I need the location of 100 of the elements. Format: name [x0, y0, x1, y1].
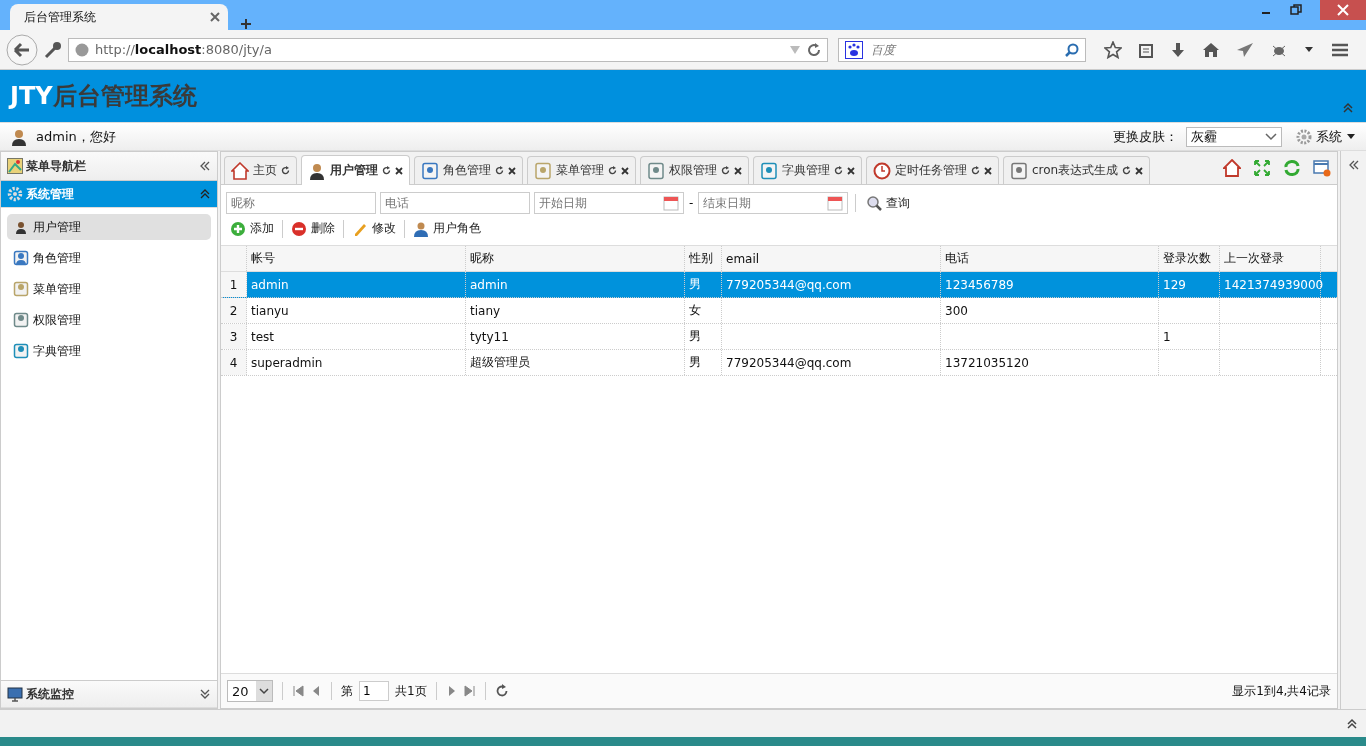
- table-cell: 779205344@qq.com: [722, 350, 941, 375]
- page-number-field[interactable]: 1: [359, 681, 389, 701]
- calendar-icon[interactable]: [663, 195, 679, 211]
- tab[interactable]: 主页: [224, 156, 297, 184]
- tab[interactable]: 字典管理: [753, 156, 862, 184]
- dropdown-icon[interactable]: [1304, 45, 1314, 54]
- reload-icon[interactable]: [807, 42, 821, 57]
- column-header[interactable]: 电话: [941, 246, 1159, 271]
- sidebar-item[interactable]: 角色管理: [7, 245, 211, 271]
- add-button[interactable]: 添加: [227, 218, 277, 239]
- collapse-icon[interactable]: [199, 160, 211, 172]
- tab[interactable]: 定时任务管理: [866, 156, 999, 184]
- column-header[interactable]: 帐号: [247, 246, 466, 271]
- refresh-icon[interactable]: [281, 166, 290, 175]
- edit-button[interactable]: 修改: [349, 218, 399, 239]
- person-icon: [413, 220, 429, 237]
- tab[interactable]: 角色管理: [414, 156, 523, 184]
- menu-icon[interactable]: [1330, 41, 1350, 58]
- collapse-icon[interactable]: [1347, 159, 1360, 171]
- table-row[interactable]: 4 superadmin 超级管理员 男 779205344@qq.com 13721035120: [221, 350, 1337, 376]
- reload-icon[interactable]: [494, 684, 509, 698]
- query-button[interactable]: 查询: [863, 192, 914, 214]
- tab[interactable]: 菜单管理: [527, 156, 636, 184]
- column-header[interactable]: 上一次登录: [1220, 246, 1321, 271]
- sidebar-item[interactable]: 用户管理: [7, 214, 211, 240]
- tab[interactable]: 用户管理: [301, 155, 410, 185]
- refresh-icon[interactable]: [721, 166, 730, 175]
- close-icon[interactable]: [395, 166, 403, 175]
- home-icon[interactable]: [1202, 41, 1220, 58]
- table-row[interactable]: 2 tianyu tiany 女 300: [221, 298, 1337, 324]
- browser-tab[interactable]: 后台管理系统: [10, 4, 228, 30]
- user-button[interactable]: 用户角色: [410, 218, 484, 239]
- close-icon[interactable]: [621, 166, 629, 175]
- paw-icon[interactable]: [845, 40, 863, 59]
- expand-icon: [199, 688, 211, 700]
- refresh-icon[interactable]: [971, 166, 980, 175]
- window-close-button[interactable]: [1320, 0, 1366, 20]
- new-tab-icon[interactable]: [240, 18, 252, 30]
- last-page-icon[interactable]: [463, 685, 476, 697]
- address-bar[interactable]: http://localhost:8080/jty/a: [68, 37, 828, 62]
- refresh-icon[interactable]: [1122, 166, 1132, 175]
- table-cell: 男: [685, 324, 722, 349]
- sidebar-group-header[interactable]: 系统监控: [1, 680, 217, 708]
- search-field[interactable]: 百度: [838, 37, 1086, 62]
- tab[interactable]: cron表达式生成: [1003, 156, 1151, 184]
- close-icon[interactable]: [984, 166, 992, 175]
- house-icon[interactable]: [1223, 159, 1241, 177]
- column-header[interactable]: 昵称: [466, 246, 685, 271]
- row-number: 2: [221, 298, 247, 323]
- close-icon[interactable]: [847, 166, 855, 175]
- search-input[interactable]: 百度: [869, 41, 1059, 58]
- page-size-select[interactable]: 20: [227, 680, 273, 702]
- refresh-icon[interactable]: [608, 166, 617, 175]
- first-page-icon[interactable]: [292, 685, 304, 697]
- sidebar-item[interactable]: 菜单管理: [7, 276, 211, 302]
- phone-field[interactable]: 电话: [380, 192, 530, 214]
- key-icon[interactable]: [44, 40, 62, 59]
- clipboard-icon[interactable]: [1138, 41, 1154, 58]
- person-icon: [13, 219, 29, 235]
- record-summary: 显示1到4,共4记录: [1232, 682, 1331, 700]
- table-cell: 女: [685, 298, 722, 323]
- paper-plane-icon[interactable]: [1236, 41, 1254, 58]
- calendar-icon[interactable]: [827, 195, 844, 211]
- person-icon: [10, 127, 28, 146]
- download-icon[interactable]: [1170, 41, 1186, 58]
- start-date-field[interactable]: 开始日期: [534, 192, 684, 214]
- refresh-icon[interactable]: [834, 166, 843, 175]
- table-cell: superadmin: [247, 350, 466, 375]
- collapse-icon[interactable]: [1342, 102, 1354, 114]
- search-icon[interactable]: [1065, 42, 1079, 57]
- table-cell: tiany: [466, 298, 685, 323]
- delete-button[interactable]: 删除: [288, 218, 338, 239]
- table-cell: test: [247, 324, 466, 349]
- nickname-field[interactable]: 昵称: [226, 192, 376, 214]
- close-icon[interactable]: [734, 166, 742, 175]
- expand-icon[interactable]: [1253, 159, 1271, 177]
- sidebar-item[interactable]: 字典管理: [7, 338, 211, 364]
- column-header[interactable]: 性别: [685, 246, 722, 271]
- table-cell: tyty11: [466, 324, 685, 349]
- close-icon[interactable]: [508, 166, 516, 175]
- table-row[interactable]: 1 admin admin 男 779205344@qq.com 123456789 129 1421374939000: [221, 272, 1337, 298]
- expand-up-icon[interactable]: [1346, 717, 1358, 730]
- sidebar-item[interactable]: 权限管理: [7, 307, 211, 333]
- total-pages-text: 共1页: [395, 682, 427, 700]
- back-icon[interactable]: [6, 33, 38, 66]
- tab[interactable]: 权限管理: [640, 156, 749, 184]
- table-row[interactable]: 3 test tyty11 男 1: [221, 324, 1337, 350]
- page-label: 第: [341, 682, 353, 700]
- end-date-field[interactable]: 结束日期: [698, 192, 849, 214]
- window-icon[interactable]: [1313, 159, 1331, 177]
- search-icon: [866, 195, 883, 211]
- restore-icon[interactable]: [1290, 4, 1302, 16]
- refresh-icon[interactable]: [495, 166, 504, 175]
- column-header[interactable]: email: [722, 246, 941, 271]
- skin-select[interactable]: 灰霾: [1186, 126, 1282, 147]
- refresh-icon[interactable]: [382, 166, 391, 175]
- column-header[interactable]: 登录次数: [1159, 246, 1220, 271]
- star-icon[interactable]: [1104, 40, 1122, 59]
- system-menu-button[interactable]: 系统: [1296, 127, 1356, 146]
- close-icon[interactable]: [1135, 166, 1144, 175]
